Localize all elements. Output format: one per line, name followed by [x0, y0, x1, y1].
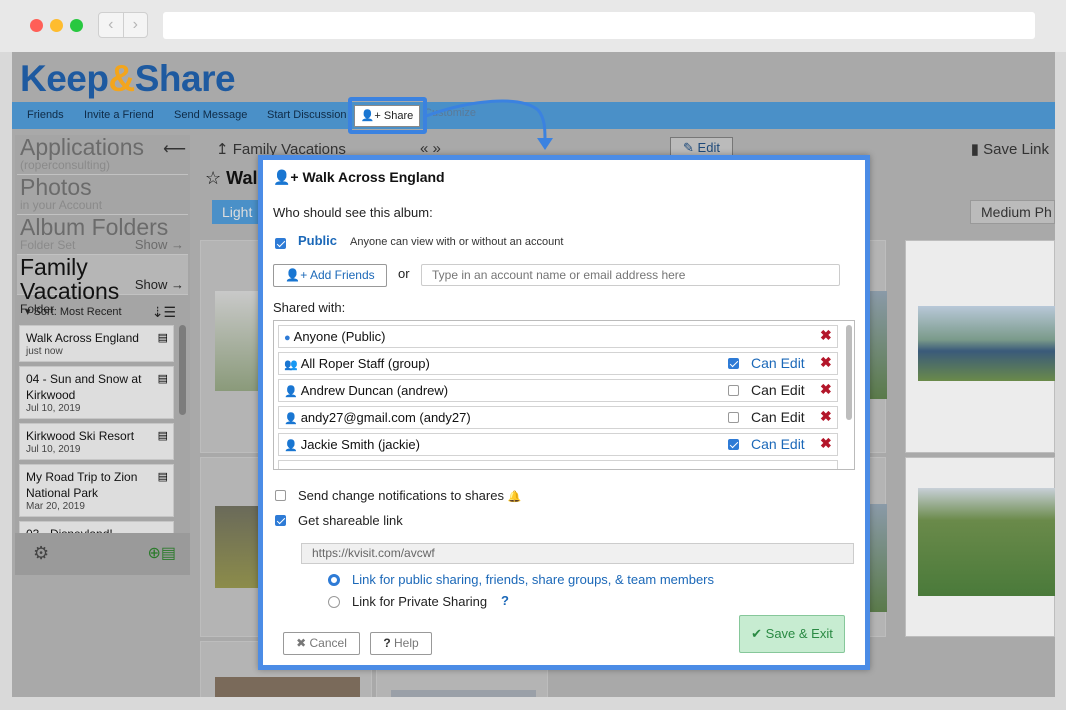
can-edit-label: Can Edit: [751, 355, 805, 371]
shared-list-scrollbar[interactable]: [846, 325, 852, 420]
share-dialog: 👤+ Walk Across England Who should see th…: [258, 155, 870, 670]
share-row: 👤 Jackie Smith (jackie) Can Edit ✖: [278, 433, 838, 456]
share-row-public: ● Anyone (Public) ✖: [278, 325, 838, 348]
share-row: 👤 Andrew Duncan (andrew) Can Edit ✖: [278, 379, 838, 402]
cancel-button[interactable]: ✖ Cancel: [283, 632, 360, 655]
private-link-radio[interactable]: [328, 596, 340, 608]
remove-share-icon[interactable]: ✖: [820, 379, 832, 400]
remove-share-icon[interactable]: ✖: [820, 433, 832, 454]
remove-share-icon[interactable]: ✖: [820, 406, 832, 427]
shareable-link-checkbox[interactable]: [275, 515, 286, 526]
can-edit-checkbox[interactable]: [728, 412, 739, 423]
bell-icon: 🔔: [507, 491, 522, 503]
can-edit-checkbox[interactable]: [728, 358, 739, 369]
can-edit-label: Can Edit: [751, 382, 805, 398]
private-link-label: Link for Private Sharing: [352, 594, 488, 609]
can-edit-label: Can Edit: [751, 436, 805, 452]
share-name: Anyone (Public): [293, 329, 386, 344]
add-friends-button[interactable]: 👤+ Add Friends: [273, 264, 387, 287]
notify-label: Send change notifications to shares 🔔: [298, 488, 521, 503]
globe-icon: ●: [284, 332, 291, 344]
shareable-link-label: Get shareable link: [298, 513, 403, 528]
public-link-radio[interactable]: [328, 574, 340, 586]
notify-text: Send change notifications to shares: [298, 488, 504, 503]
remove-share-icon[interactable]: ✖: [820, 325, 832, 346]
user-icon: 👤: [284, 386, 298, 398]
group-icon: 👥: [284, 359, 298, 371]
question-icon: ?: [383, 636, 394, 650]
user-icon: 👤: [284, 440, 298, 452]
dialog-title: 👤+ Walk Across England: [273, 169, 445, 186]
share-row: 👤 andy27@gmail.com (andy27) Can Edit ✖: [278, 406, 838, 429]
share-row-partial: [278, 460, 838, 469]
account-search-input[interactable]: [421, 264, 840, 286]
can-edit-checkbox[interactable]: [728, 439, 739, 450]
shareable-link-field[interactable]: https://kvisit.com/avcwf: [301, 543, 854, 564]
help-label: Help: [393, 636, 419, 650]
check-icon: ✔: [751, 626, 766, 641]
add-user-icon: 👤+: [285, 268, 310, 282]
share-name: andy27@gmail.com (andy27): [300, 410, 471, 425]
public-label: Public: [298, 233, 338, 248]
notify-checkbox[interactable]: [275, 490, 286, 501]
share-row: 👥 All Roper Staff (group) Can Edit ✖: [278, 352, 838, 375]
share-name: Jackie Smith (jackie): [300, 437, 420, 452]
add-friends-label: Add Friends: [309, 268, 375, 282]
help-button[interactable]: ? Help: [370, 632, 432, 655]
can-edit-checkbox[interactable]: [728, 385, 739, 396]
remove-share-icon[interactable]: ✖: [820, 352, 832, 373]
private-help-icon[interactable]: ?: [501, 593, 509, 608]
dialog-title-text: Walk Across England: [302, 169, 445, 185]
share-name: Andrew Duncan (andrew): [300, 383, 449, 398]
shared-with-list: ● Anyone (Public) ✖ 👥 All Roper Staff (gro…: [273, 320, 855, 470]
close-icon: ✖: [296, 636, 310, 650]
user-icon: 👤: [284, 413, 298, 425]
public-checkbox[interactable]: [275, 238, 286, 249]
share-name: All Roper Staff (group): [300, 356, 430, 371]
cancel-label: Cancel: [309, 636, 347, 650]
save-and-exit-button[interactable]: ✔ Save & Exit: [739, 615, 845, 653]
public-link-label: Link for public sharing, friends, share …: [352, 572, 715, 587]
who-should-see-label: Who should see this album:: [273, 205, 433, 220]
save-exit-label: Save & Exit: [765, 626, 833, 641]
add-user-icon: 👤+: [273, 169, 303, 185]
shared-with-label: Shared with:: [273, 300, 346, 315]
can-edit-label: Can Edit: [751, 409, 805, 425]
public-description: Anyone can view with or without an accou…: [350, 236, 564, 248]
or-label: or: [398, 266, 410, 281]
